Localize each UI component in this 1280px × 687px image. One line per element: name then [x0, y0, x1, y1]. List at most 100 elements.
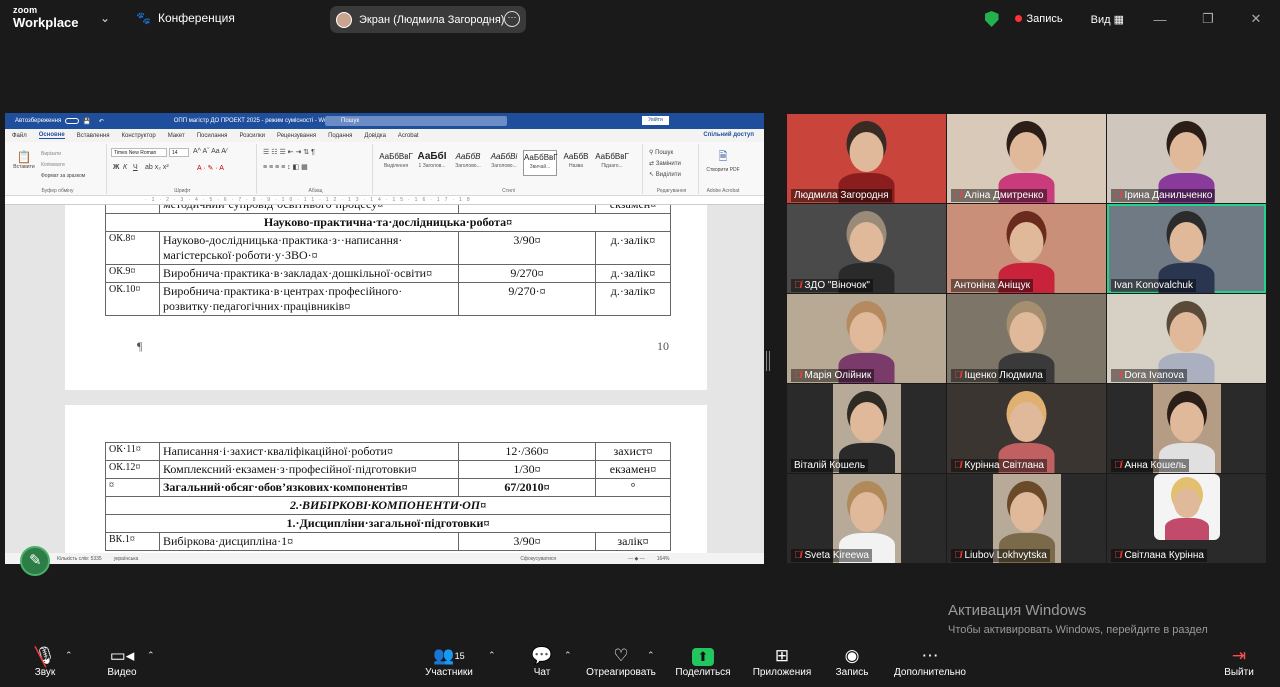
format-painter-button[interactable]: Формат за зразком — [41, 171, 85, 182]
list-icons[interactable]: ☰ ☷ ☰ ⇤ ⇥ ⇅ ¶ — [263, 148, 315, 156]
react-options-caret[interactable]: ⌃ — [647, 650, 655, 661]
cell-credits: 12·/360¤ — [458, 442, 596, 461]
style-option[interactable]: АаБбВвГ Підзаго... — [595, 150, 629, 176]
participant-tile[interactable]: Людмила Загородня — [787, 114, 946, 203]
focus-mode[interactable]: Сфокусуватися — [520, 556, 556, 562]
style-option[interactable]: АаБбВ Назва — [559, 150, 593, 176]
signin-button[interactable]: Увійти — [642, 116, 669, 125]
save-icon[interactable]: 💾 — [83, 118, 90, 125]
zoom-logo[interactable]: zoom Workplace — [13, 6, 79, 30]
word-tab[interactable]: Конструктор — [122, 133, 156, 139]
participants-options-caret[interactable]: ⌃ — [488, 650, 496, 661]
document-canvas[interactable]: методичний·супровід·освітнього·процесу¤ е… — [5, 205, 764, 553]
participant-tile[interactable]: 🎙̸ Марія Олійник — [787, 294, 946, 383]
word-tab[interactable]: Вставлення — [77, 133, 110, 139]
audio-options-caret[interactable]: ⌃ — [65, 650, 73, 661]
split-handle[interactable] — [766, 351, 770, 371]
cut-button[interactable]: Вирізати — [41, 149, 85, 160]
style-option[interactable]: АаБбВвГ Виділення — [379, 150, 413, 176]
participant-name-label: 🎙̸ ЗДО "Віночок" — [791, 279, 873, 292]
more-icon[interactable]: ··· — [504, 11, 520, 27]
screen-share-pill[interactable]: Экран (Людмила Загородня) ··· — [330, 6, 526, 33]
participant-tile[interactable]: 🎙̸ Анна Кошель — [1107, 384, 1266, 473]
style-option[interactable]: АаБбВ Заголово... — [451, 150, 485, 176]
minimize-icon[interactable]: — — [1136, 12, 1184, 27]
paste-button[interactable]: 📋 Вставити — [13, 150, 35, 170]
record-button[interactable]: ◉ Запись — [832, 645, 872, 678]
participant-tile[interactable]: 🎙̸ Курінна Світлана — [947, 384, 1106, 473]
video-options-caret[interactable]: ⌃ — [147, 650, 155, 661]
participant-tile[interactable]: 🎙̸ ЗДО "Віночок" — [787, 204, 946, 293]
font-size-select[interactable]: 14 — [169, 148, 189, 157]
word-count[interactable]: Кількість слів: 5335 — [57, 556, 102, 562]
logo-workplace-text: Workplace — [13, 15, 79, 30]
word-tab[interactable]: Файл — [12, 133, 27, 139]
ruler[interactable]: ·1·2·3·4·5·6·7·8·9·10·11·12·13·14·15·16·… — [5, 196, 764, 205]
zoom-level[interactable]: 164% — [657, 556, 670, 562]
participant-tile[interactable]: 🎙̸ Світлана Курінна — [1107, 474, 1266, 563]
chevron-down-icon[interactable]: ⌄ — [100, 11, 110, 25]
word-tab[interactable]: Макет — [168, 133, 185, 139]
participant-tile[interactable]: Антоніна Аніщук — [947, 204, 1106, 293]
chat-options-caret[interactable]: ⌃ — [564, 650, 572, 661]
table-row: ОК.12¤ Комплексний·екзамен·з·професійної·… — [105, 460, 671, 479]
close-icon[interactable]: ✕ — [1232, 11, 1280, 27]
zoom-slider[interactable]: — ◆ — — [628, 556, 645, 562]
annotate-pen-button[interactable] — [20, 546, 50, 576]
style-option[interactable]: АаБбІ 1 Заголов... — [415, 150, 449, 176]
share-doc-button[interactable]: Спільний доступ — [703, 132, 754, 138]
view-button[interactable]: Вид ▦ — [1091, 13, 1124, 26]
participant-tile[interactable]: Віталій Кошель — [787, 384, 946, 473]
participant-tile[interactable]: 🎙̸ Dora Ivanova — [1107, 294, 1266, 383]
italic-icon[interactable]: К — [123, 164, 127, 171]
participant-tile[interactable]: Ivan Konovalchuk — [1107, 204, 1266, 293]
share-button[interactable]: ⬆ Поделиться — [672, 645, 734, 678]
participant-tile[interactable]: 🎙̸ Аліна Дмитренко — [947, 114, 1106, 203]
language[interactable]: українська — [114, 556, 139, 562]
meeting-info[interactable]: 🐾 Конференция — [136, 11, 235, 25]
underline-icon[interactable]: Ч — [133, 164, 138, 171]
word-tab[interactable]: Подання — [328, 133, 352, 139]
undo-icon[interactable]: ↶ — [99, 118, 104, 125]
autosave-toggle[interactable] — [65, 118, 80, 124]
record-indicator[interactable]: Запись — [1014, 13, 1063, 25]
style-sample: АаБбІ — [417, 151, 447, 162]
restore-icon[interactable]: ❐ — [1184, 11, 1232, 27]
more-button[interactable]: ⋯ Дополнительно — [888, 645, 972, 678]
style-option[interactable]: АаБбВі Заголово... — [487, 150, 521, 176]
participant-name: Антоніна Аніщук — [954, 280, 1030, 291]
font-color-icon[interactable]: A · ✎ · A — [197, 164, 224, 172]
apps-button[interactable]: ⊞ Приложения — [748, 645, 816, 678]
select-button[interactable]: ↖ Виділити — [649, 170, 681, 181]
style-option[interactable]: АаБбВвГ Звичай... — [523, 150, 558, 176]
create-pdf-button[interactable]: 🗎 Створити PDF — [705, 148, 741, 173]
font-name-select[interactable]: Times New Roman — [111, 148, 167, 157]
word-tab[interactable]: Посилання — [197, 133, 228, 139]
participants-button[interactable]: 👥15 Участники — [420, 645, 478, 678]
bold-icon[interactable]: Ж — [113, 164, 119, 171]
word-tab[interactable]: Розсилки — [239, 133, 265, 139]
find-button[interactable]: ⚲ Пошук — [649, 148, 681, 159]
word-tab[interactable]: Довідка — [364, 133, 386, 139]
replace-button[interactable]: ⇄ Замінити — [649, 159, 681, 170]
word-tab[interactable]: Рецензування — [277, 133, 316, 139]
video-button[interactable]: ▭◂ Видео — [103, 645, 141, 678]
table-row: методичний·супровід·освітнього·процесу¤ е… — [105, 205, 671, 214]
shield-icon[interactable] — [984, 11, 999, 27]
audio-button[interactable]: 🎙 ╲ Звук — [30, 645, 60, 678]
font-grow-icon[interactable]: A^ Aˇ Aa A⁄ — [193, 148, 227, 155]
leave-button[interactable]: ⇥ Выйти — [1222, 645, 1256, 678]
copy-button[interactable]: Копіювати — [41, 160, 85, 171]
participant-tile[interactable]: 🎙̸ Іщенко Людмила — [947, 294, 1106, 383]
chat-button[interactable]: 💬 Чат — [528, 645, 556, 678]
participant-tile[interactable]: 🎙̸ Liubov Lokhvytska — [947, 474, 1106, 563]
word-search[interactable]: Пошук — [325, 116, 507, 126]
script-icons[interactable]: ab x₂ x² — [145, 164, 169, 171]
participant-tile[interactable]: 🎙̸ Sveta Kireewa — [787, 474, 946, 563]
align-icons[interactable]: ≡ ≡ ≡ ≡ ↕ ◧ ▦ — [263, 163, 308, 171]
word-tab[interactable]: Основне — [38, 132, 65, 139]
word-tab[interactable]: Acrobat — [398, 133, 419, 139]
participant-tile[interactable]: 🎙̸ Ірина Данильченко — [1107, 114, 1266, 203]
participants-count: 15 — [454, 651, 465, 661]
participant-name-label: 🎙̸ Світлана Курінна — [1111, 549, 1207, 562]
